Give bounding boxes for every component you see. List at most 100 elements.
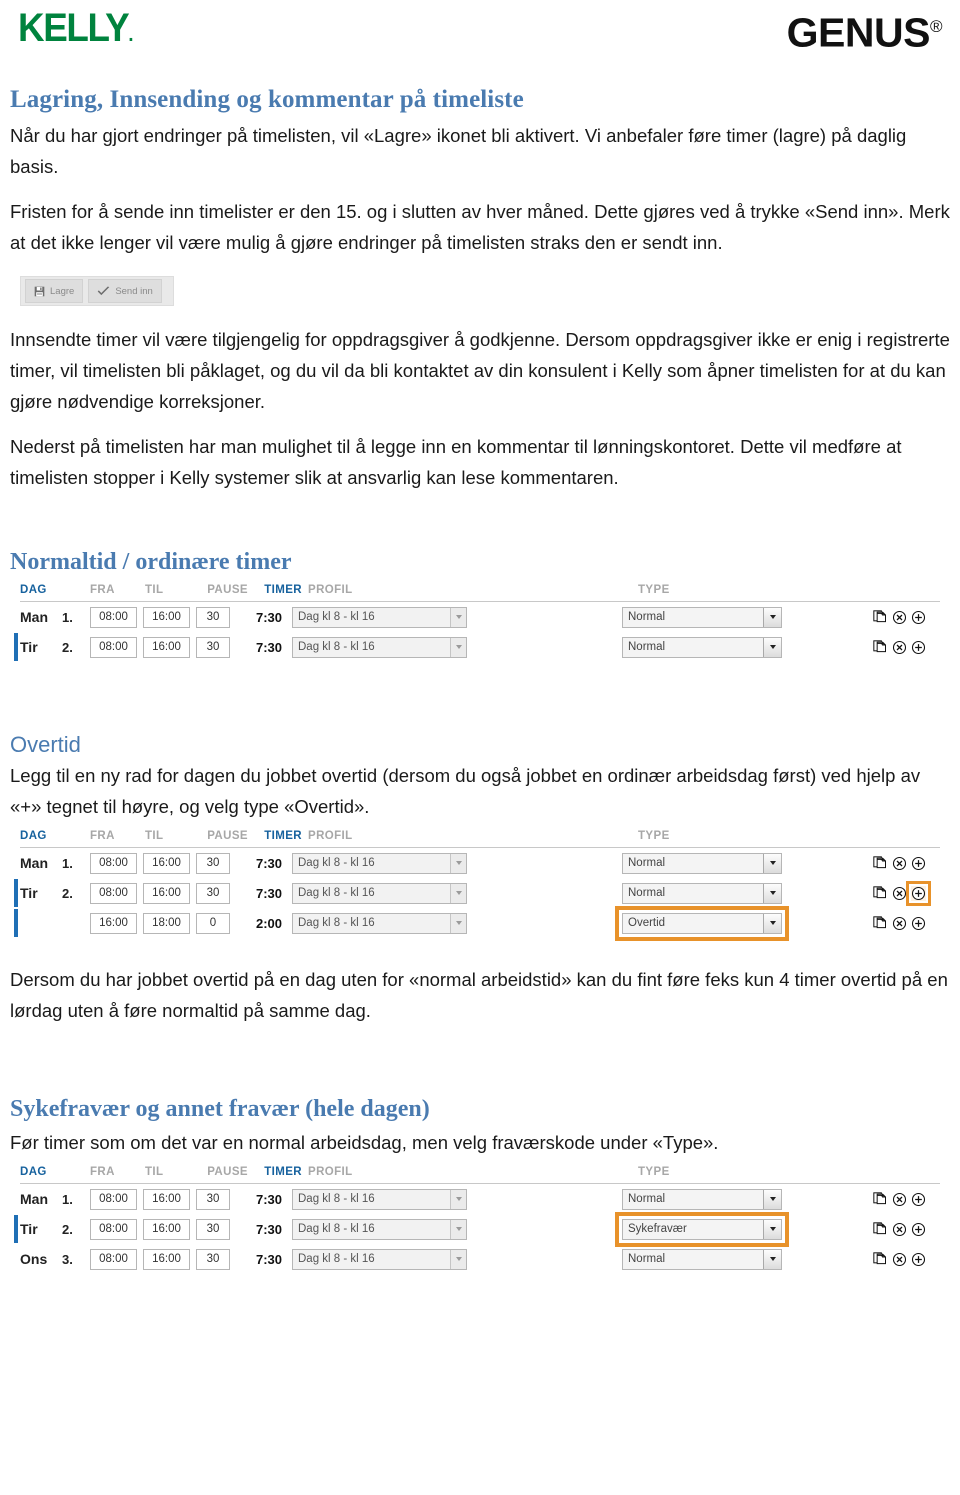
to-time-input[interactable]: 16:00 <box>143 1188 190 1210</box>
chevron-down-icon[interactable] <box>450 637 466 657</box>
profile-select[interactable]: Dag kl 8 - kl 16 <box>292 1188 467 1210</box>
chevron-down-icon[interactable] <box>450 607 466 627</box>
delete-circle-icon[interactable] <box>892 886 907 901</box>
add-circle-icon[interactable] <box>911 856 926 871</box>
to-time-input[interactable]: 16:00 <box>143 1218 190 1240</box>
add-circle-icon[interactable] <box>911 1252 926 1267</box>
profile-select[interactable]: Dag kl 8 - kl 16 <box>292 1218 467 1240</box>
table-row[interactable]: Ons 3. 08:00 16:00 30 7:30 Dag kl 8 - kl 16 Nor… <box>20 1244 940 1274</box>
profile-select[interactable]: Dag kl 8 - kl 16 <box>292 882 467 904</box>
to-time-input[interactable]: 16:00 <box>143 636 190 658</box>
pause-minutes-input[interactable]: 30 <box>196 1248 230 1270</box>
table-row[interactable]: Man 1. 08:00 16:00 30 7:30 Dag kl 8 - kl 16 Nor… <box>20 1184 940 1214</box>
total-hours-value: 7:30 <box>255 639 282 655</box>
chevron-down-icon[interactable] <box>450 913 466 933</box>
pause-minutes-input[interactable]: 30 <box>196 882 230 904</box>
chevron-down-icon[interactable] <box>450 1189 466 1209</box>
type-select[interactable]: Normal <box>622 606 782 628</box>
paragraph-sykefravaer: Før timer som om det var en normal arbei… <box>10 1132 719 1153</box>
from-time-input[interactable]: 16:00 <box>90 912 137 934</box>
copy-rows-icon[interactable] <box>873 1191 888 1207</box>
from-time-input[interactable]: 08:00 <box>90 1218 137 1240</box>
table-row[interactable]: Man 1. 08:00 16:00 30 7:30 Dag kl 8 - kl 16 Nor… <box>20 848 940 878</box>
copy-rows-icon[interactable] <box>873 885 888 901</box>
copy-rows-icon[interactable] <box>873 855 888 871</box>
from-time-input[interactable]: 08:00 <box>90 606 137 628</box>
floppy-disk-icon <box>34 286 45 297</box>
delete-circle-icon[interactable] <box>892 1192 907 1207</box>
type-select[interactable]: Overtid <box>615 905 789 941</box>
profile-select[interactable]: Dag kl 8 - kl 16 <box>292 852 467 874</box>
profile-select[interactable]: Dag kl 8 - kl 16 <box>292 636 467 658</box>
to-time-input[interactable]: 18:00 <box>143 912 190 934</box>
type-select[interactable]: Sykefravær <box>615 1211 789 1247</box>
row-number-label: 2. <box>62 639 73 655</box>
profile-select[interactable]: Dag kl 8 - kl 16 <box>292 606 467 628</box>
chevron-down-icon[interactable] <box>763 1219 781 1239</box>
table-row[interactable]: Tir 2. 08:00 16:00 30 7:30 Dag kl 8 - kl 16 Syk… <box>14 1211 940 1247</box>
chevron-down-icon[interactable] <box>763 883 781 903</box>
chevron-down-icon[interactable] <box>450 1219 466 1239</box>
row-day-label: Man <box>20 855 48 871</box>
chevron-down-icon[interactable] <box>450 853 466 873</box>
pause-minutes-input[interactable]: 30 <box>196 1218 230 1240</box>
copy-rows-icon[interactable] <box>873 639 888 655</box>
type-select[interactable]: Normal <box>622 852 782 874</box>
from-time-input[interactable]: 08:00 <box>90 1188 137 1210</box>
delete-circle-icon[interactable] <box>892 856 907 871</box>
delete-circle-icon[interactable] <box>892 1222 907 1237</box>
profile-select[interactable]: Dag kl 8 - kl 16 <box>292 1248 467 1270</box>
add-circle-icon[interactable] <box>911 1192 926 1207</box>
table-row[interactable]: Tir 2. 08:00 16:00 30 7:30 Dag kl 8 - kl 16 Nor… <box>14 878 940 908</box>
copy-rows-icon[interactable] <box>873 609 888 625</box>
to-time-input[interactable]: 16:00 <box>143 1248 190 1270</box>
add-circle-icon[interactable] <box>911 610 926 625</box>
profile-select[interactable]: Dag kl 8 - kl 16 <box>292 912 467 934</box>
type-select[interactable]: Normal <box>622 1248 782 1270</box>
table-row[interactable]: Man 1. 08:00 16:00 30 7:30 Dag kl 8 - kl 16 Nor… <box>20 602 940 632</box>
from-time-input[interactable]: 08:00 <box>90 852 137 874</box>
table-row[interactable]: Tir 2. 08:00 16:00 30 7:30 Dag kl 8 - kl 16 Nor… <box>14 632 940 662</box>
pause-minutes-input[interactable]: 30 <box>196 606 230 628</box>
table-body: Man 1. 08:00 16:00 30 7:30 Dag kl 8 - kl 16 Nor… <box>14 1184 940 1274</box>
table-row[interactable]: 16:00 18:00 0 2:00 Dag kl 8 - kl 16 Overtid <box>14 905 940 941</box>
to-time-input[interactable]: 16:00 <box>143 852 190 874</box>
delete-circle-icon[interactable] <box>892 640 907 655</box>
delete-circle-icon[interactable] <box>892 610 907 625</box>
pause-minutes-input[interactable]: 30 <box>196 1188 230 1210</box>
column-header-dag: DAG <box>20 830 47 842</box>
chevron-down-icon[interactable] <box>763 853 781 873</box>
chevron-down-icon[interactable] <box>763 637 781 657</box>
copy-rows-icon[interactable] <box>873 1221 888 1237</box>
profile-select-value: Dag kl 8 - kl 16 <box>298 887 375 899</box>
to-time-input[interactable]: 16:00 <box>143 882 190 904</box>
pause-minutes-input[interactable]: 30 <box>196 852 230 874</box>
pause-minutes-input[interactable]: 0 <box>196 912 230 934</box>
type-select[interactable]: Normal <box>622 1188 782 1210</box>
type-select[interactable]: Normal <box>622 882 782 904</box>
add-circle-icon[interactable] <box>911 1222 926 1237</box>
to-time-input[interactable]: 16:00 <box>143 606 190 628</box>
add-circle-icon[interactable] <box>911 640 926 655</box>
from-time-input[interactable]: 08:00 <box>90 882 137 904</box>
send-in-button[interactable]: Send inn <box>88 279 162 303</box>
chevron-down-icon[interactable] <box>763 1189 781 1209</box>
delete-circle-icon[interactable] <box>892 916 907 931</box>
copy-rows-icon[interactable] <box>873 915 888 931</box>
chevron-down-icon[interactable] <box>763 1249 781 1269</box>
pause-minutes-input[interactable]: 30 <box>196 636 230 658</box>
type-select[interactable]: Normal <box>622 636 782 658</box>
chevron-down-icon[interactable] <box>763 913 781 933</box>
row-actions <box>873 855 940 871</box>
copy-rows-icon[interactable] <box>873 1251 888 1267</box>
delete-circle-icon[interactable] <box>892 1252 907 1267</box>
add-circle-icon[interactable] <box>911 916 926 931</box>
chevron-down-icon[interactable] <box>450 1249 466 1269</box>
from-time-input[interactable]: 08:00 <box>90 636 137 658</box>
from-time-input[interactable]: 08:00 <box>90 1248 137 1270</box>
chevron-down-icon[interactable] <box>450 883 466 903</box>
save-button[interactable]: Lagre <box>25 279 84 303</box>
chevron-down-icon[interactable] <box>763 607 781 627</box>
add-circle-icon[interactable] <box>906 880 931 906</box>
